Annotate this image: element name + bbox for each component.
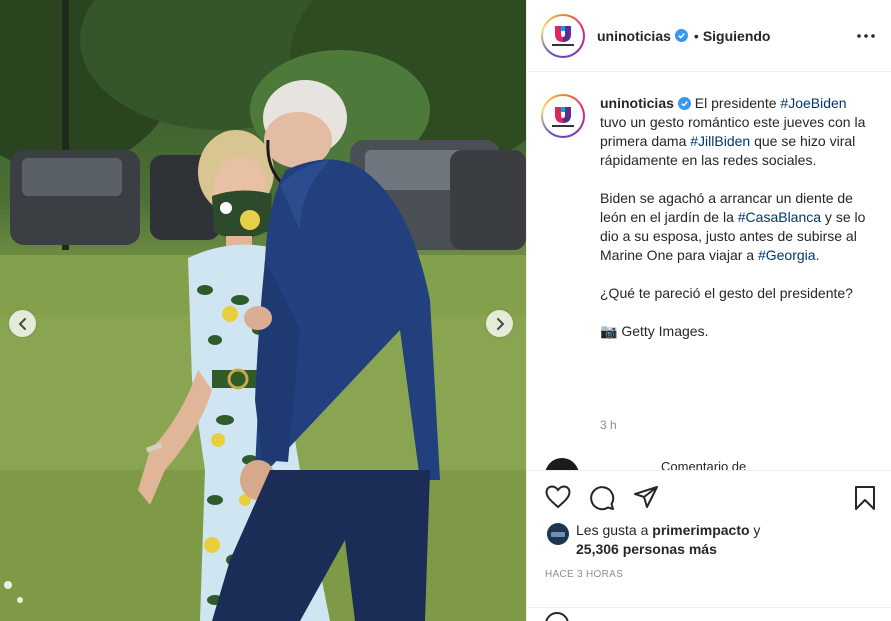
post-photo[interactable] xyxy=(0,0,526,621)
paper-plane-icon xyxy=(634,486,658,508)
chevron-left-icon xyxy=(18,317,26,330)
photo-scene xyxy=(0,0,526,621)
likes-count[interactable]: 25,306 personas más xyxy=(576,541,717,557)
post-header: uninoticias • Siguiendo xyxy=(527,0,891,72)
header-username[interactable]: uninoticias xyxy=(597,28,671,44)
post-side-panel: uninoticias • Siguiendo uninoticias El p… xyxy=(526,0,891,621)
chevron-right-icon xyxy=(496,317,504,330)
post-time-ago[interactable]: HACE 3 HORAS xyxy=(545,569,623,580)
comment-button[interactable] xyxy=(589,485,615,516)
next-photo-button[interactable] xyxy=(486,310,513,337)
liker-username[interactable]: primerimpacto xyxy=(652,522,749,538)
verified-badge-icon xyxy=(674,29,688,42)
hashtag-casablanca[interactable]: #CasaBlanca xyxy=(738,209,821,225)
likes-prefix: Les gusta a xyxy=(576,522,653,538)
comment-bubble-icon xyxy=(590,486,615,511)
caption-timestamp[interactable]: 3 h xyxy=(600,418,617,432)
verified-badge-icon xyxy=(677,97,691,110)
post-actions: Les gusta a primerimpacto y 25,306 perso… xyxy=(527,470,891,621)
avatar[interactable] xyxy=(541,13,585,58)
bookmark-icon xyxy=(855,486,875,510)
caption-p3: ¿Qué te pareció el gesto del presidente? xyxy=(600,285,853,301)
post-caption: uninoticias El presidente #JoeBiden tuvo… xyxy=(541,94,881,341)
likes-conj: y xyxy=(749,522,761,538)
likes-text: Les gusta a primerimpacto y 25,306 perso… xyxy=(576,521,760,559)
caption-avatar[interactable] xyxy=(541,94,585,138)
caption-p2-c: . xyxy=(815,247,820,263)
caption-username[interactable]: uninoticias xyxy=(600,95,674,111)
add-comment-bar xyxy=(527,607,891,621)
liker-avatar[interactable] xyxy=(547,523,569,545)
caption-p1-a: El presidente xyxy=(694,95,781,111)
comment-preview-text: Comentario de xyxy=(661,459,747,470)
univision-logo-icon xyxy=(546,99,580,133)
separator-dot: • xyxy=(693,27,699,44)
prev-photo-button[interactable] xyxy=(9,310,36,337)
more-options-button[interactable] xyxy=(855,26,877,46)
emoji-icon[interactable] xyxy=(545,612,569,621)
caption-text: uninoticias El presidente #JoeBiden tuvo… xyxy=(600,94,868,341)
like-button[interactable] xyxy=(545,485,571,514)
univision-logo-icon xyxy=(546,18,580,53)
more-options-icon xyxy=(857,34,875,38)
hashtag-georgia[interactable]: #Georgia xyxy=(758,247,816,263)
camera-icon: 📷 xyxy=(600,323,618,339)
comment-avatar[interactable] xyxy=(545,458,579,470)
hashtag-jillbiden[interactable]: #JillBiden xyxy=(690,133,750,149)
following-button[interactable]: Siguiendo xyxy=(703,28,771,44)
save-button[interactable] xyxy=(854,485,876,516)
likes-summary: Les gusta a primerimpacto y 25,306 perso… xyxy=(547,521,760,559)
caption-p4: Getty Images. xyxy=(617,323,709,339)
heart-icon xyxy=(545,485,571,509)
share-button[interactable] xyxy=(633,485,659,514)
hashtag-joebiden[interactable]: #JoeBiden xyxy=(780,95,846,111)
